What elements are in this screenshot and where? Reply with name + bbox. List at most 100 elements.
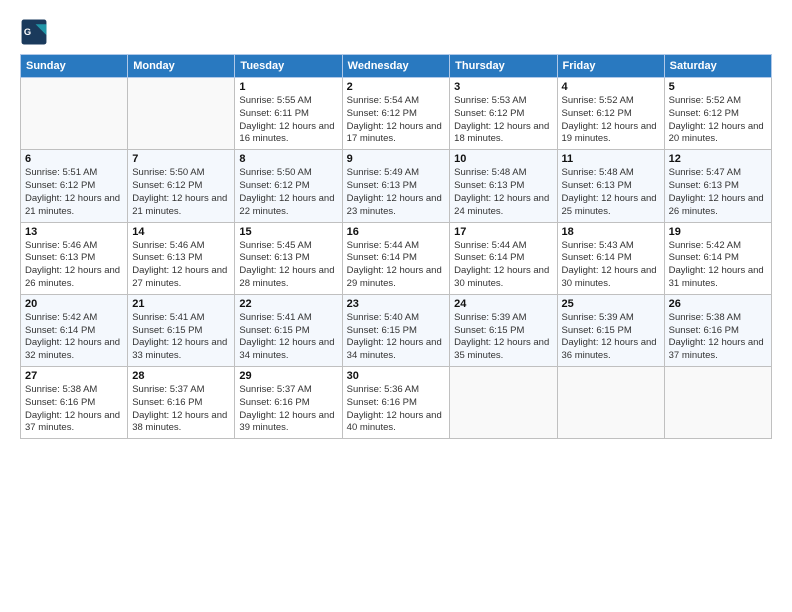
calendar-cell: 27Sunrise: 5:38 AM Sunset: 6:16 PM Dayli… — [21, 367, 128, 439]
calendar-cell: 26 Sunrise: 5:38 AM Sunset: 6:16 PM Dayli… — [664, 294, 771, 366]
calendar-cell: 12 Sunrise: 5:47 AM Sunset: 6:13 PM Dayli… — [664, 150, 771, 222]
day-number: 15 — [239, 226, 337, 238]
day-number: 8 — [239, 153, 337, 165]
day-info: Sunrise: 5:50 AM Sunset: 6:12 PM Dayligh… — [132, 167, 230, 218]
day-number: 26 — [669, 298, 767, 310]
day-info: Sunrise: 5:39 AM Sunset: 6:15 PM Dayligh… — [454, 312, 552, 363]
day-number: 14 — [132, 226, 230, 238]
calendar-cell: 1 Sunrise: 5:55 AM Sunset: 6:11 PM Daylig… — [235, 78, 342, 150]
day-number: 29 — [239, 370, 337, 382]
calendar-cell — [21, 78, 128, 150]
logo: G — [20, 18, 50, 46]
logo-icon: G — [20, 18, 48, 46]
day-header-thursday: Thursday — [450, 55, 557, 78]
day-number: 28 — [132, 370, 230, 382]
calendar-cell: 20Sunrise: 5:42 AM Sunset: 6:14 PM Dayli… — [21, 294, 128, 366]
day-info: Sunrise: 5:48 AM Sunset: 6:13 PM Dayligh… — [562, 167, 660, 218]
day-number: 2 — [347, 81, 446, 93]
calendar-cell: 18 Sunrise: 5:43 AM Sunset: 6:14 PM Dayli… — [557, 222, 664, 294]
day-number: 3 — [454, 81, 552, 93]
calendar-cell — [664, 367, 771, 439]
calendar-cell: 5Sunrise: 5:52 AM Sunset: 6:12 PM Daylig… — [664, 78, 771, 150]
day-info: Sunrise: 5:38 AM Sunset: 6:16 PM Dayligh… — [669, 312, 767, 363]
calendar-table: SundayMondayTuesdayWednesdayThursdayFrid… — [20, 54, 772, 439]
day-info: Sunrise: 5:51 AM Sunset: 6:12 PM Dayligh… — [25, 167, 123, 218]
day-number: 24 — [454, 298, 552, 310]
day-header-tuesday: Tuesday — [235, 55, 342, 78]
day-number: 13 — [25, 226, 123, 238]
calendar-cell: 7Sunrise: 5:50 AM Sunset: 6:12 PM Daylig… — [128, 150, 235, 222]
day-info: Sunrise: 5:36 AM Sunset: 6:16 PM Dayligh… — [347, 384, 446, 435]
day-number: 22 — [239, 298, 337, 310]
day-number: 17 — [454, 226, 552, 238]
calendar-cell: 30 Sunrise: 5:36 AM Sunset: 6:16 PM Dayli… — [342, 367, 450, 439]
calendar-cell — [128, 78, 235, 150]
day-number: 20 — [25, 298, 123, 310]
day-info: Sunrise: 5:48 AM Sunset: 6:13 PM Dayligh… — [454, 167, 552, 218]
svg-text:G: G — [24, 27, 31, 37]
day-info: Sunrise: 5:42 AM Sunset: 6:14 PM Dayligh… — [669, 240, 767, 291]
calendar-cell: 17Sunrise: 5:44 AM Sunset: 6:14 PM Dayli… — [450, 222, 557, 294]
day-number: 4 — [562, 81, 660, 93]
day-info: Sunrise: 5:45 AM Sunset: 6:13 PM Dayligh… — [239, 240, 337, 291]
calendar-cell: 8 Sunrise: 5:50 AM Sunset: 6:12 PM Daylig… — [235, 150, 342, 222]
calendar-cell: 9Sunrise: 5:49 AM Sunset: 6:13 PM Daylig… — [342, 150, 450, 222]
day-info: Sunrise: 5:37 AM Sunset: 6:16 PM Dayligh… — [132, 384, 230, 435]
calendar-week-row: 20Sunrise: 5:42 AM Sunset: 6:14 PM Dayli… — [21, 294, 772, 366]
calendar-cell: 10 Sunrise: 5:48 AM Sunset: 6:13 PM Dayli… — [450, 150, 557, 222]
day-number: 18 — [562, 226, 660, 238]
day-header-saturday: Saturday — [664, 55, 771, 78]
day-number: 5 — [669, 81, 767, 93]
day-info: Sunrise: 5:55 AM Sunset: 6:11 PM Dayligh… — [239, 95, 337, 146]
calendar-cell: 6Sunrise: 5:51 AM Sunset: 6:12 PM Daylig… — [21, 150, 128, 222]
day-number: 12 — [669, 153, 767, 165]
calendar-header-row: SundayMondayTuesdayWednesdayThursdayFrid… — [21, 55, 772, 78]
day-header-sunday: Sunday — [21, 55, 128, 78]
day-info: Sunrise: 5:44 AM Sunset: 6:14 PM Dayligh… — [347, 240, 446, 291]
day-number: 23 — [347, 298, 446, 310]
calendar-page: G SundayMondayTuesdayWednesdayThursdayFr… — [0, 0, 792, 449]
day-header-monday: Monday — [128, 55, 235, 78]
day-info: Sunrise: 5:38 AM Sunset: 6:16 PM Dayligh… — [25, 384, 123, 435]
calendar-cell: 19 Sunrise: 5:42 AM Sunset: 6:14 PM Dayli… — [664, 222, 771, 294]
calendar-cell: 23 Sunrise: 5:40 AM Sunset: 6:15 PM Dayli… — [342, 294, 450, 366]
day-number: 30 — [347, 370, 446, 382]
calendar-cell: 15 Sunrise: 5:45 AM Sunset: 6:13 PM Dayli… — [235, 222, 342, 294]
day-number: 1 — [239, 81, 337, 93]
calendar-cell: 16 Sunrise: 5:44 AM Sunset: 6:14 PM Dayli… — [342, 222, 450, 294]
day-info: Sunrise: 5:39 AM Sunset: 6:15 PM Dayligh… — [562, 312, 660, 363]
day-number: 9 — [347, 153, 446, 165]
day-info: Sunrise: 5:53 AM Sunset: 6:12 PM Dayligh… — [454, 95, 552, 146]
calendar-cell: 3 Sunrise: 5:53 AM Sunset: 6:12 PM Daylig… — [450, 78, 557, 150]
calendar-cell: 24 Sunrise: 5:39 AM Sunset: 6:15 PM Dayli… — [450, 294, 557, 366]
calendar-cell: 28 Sunrise: 5:37 AM Sunset: 6:16 PM Dayli… — [128, 367, 235, 439]
day-header-wednesday: Wednesday — [342, 55, 450, 78]
calendar-cell — [450, 367, 557, 439]
calendar-cell: 25Sunrise: 5:39 AM Sunset: 6:15 PM Dayli… — [557, 294, 664, 366]
calendar-cell: 11Sunrise: 5:48 AM Sunset: 6:13 PM Dayli… — [557, 150, 664, 222]
day-info: Sunrise: 5:50 AM Sunset: 6:12 PM Dayligh… — [239, 167, 337, 218]
day-number: 21 — [132, 298, 230, 310]
day-number: 16 — [347, 226, 446, 238]
day-info: Sunrise: 5:40 AM Sunset: 6:15 PM Dayligh… — [347, 312, 446, 363]
header: G — [20, 18, 772, 46]
calendar-cell: 14 Sunrise: 5:46 AM Sunset: 6:13 PM Dayli… — [128, 222, 235, 294]
calendar-cell: 4 Sunrise: 5:52 AM Sunset: 6:12 PM Daylig… — [557, 78, 664, 150]
calendar-week-row: 13 Sunrise: 5:46 AM Sunset: 6:13 PM Dayli… — [21, 222, 772, 294]
day-info: Sunrise: 5:41 AM Sunset: 6:15 PM Dayligh… — [132, 312, 230, 363]
calendar-cell: 21 Sunrise: 5:41 AM Sunset: 6:15 PM Dayli… — [128, 294, 235, 366]
day-info: Sunrise: 5:43 AM Sunset: 6:14 PM Dayligh… — [562, 240, 660, 291]
calendar-week-row: 27Sunrise: 5:38 AM Sunset: 6:16 PM Dayli… — [21, 367, 772, 439]
day-info: Sunrise: 5:41 AM Sunset: 6:15 PM Dayligh… — [239, 312, 337, 363]
calendar-cell: 2 Sunrise: 5:54 AM Sunset: 6:12 PM Daylig… — [342, 78, 450, 150]
day-number: 10 — [454, 153, 552, 165]
day-info: Sunrise: 5:37 AM Sunset: 6:16 PM Dayligh… — [239, 384, 337, 435]
day-info: Sunrise: 5:54 AM Sunset: 6:12 PM Dayligh… — [347, 95, 446, 146]
day-info: Sunrise: 5:47 AM Sunset: 6:13 PM Dayligh… — [669, 167, 767, 218]
calendar-cell — [557, 367, 664, 439]
day-number: 19 — [669, 226, 767, 238]
day-info: Sunrise: 5:46 AM Sunset: 6:13 PM Dayligh… — [132, 240, 230, 291]
day-info: Sunrise: 5:46 AM Sunset: 6:13 PM Dayligh… — [25, 240, 123, 291]
day-info: Sunrise: 5:52 AM Sunset: 6:12 PM Dayligh… — [562, 95, 660, 146]
calendar-week-row: 6Sunrise: 5:51 AM Sunset: 6:12 PM Daylig… — [21, 150, 772, 222]
